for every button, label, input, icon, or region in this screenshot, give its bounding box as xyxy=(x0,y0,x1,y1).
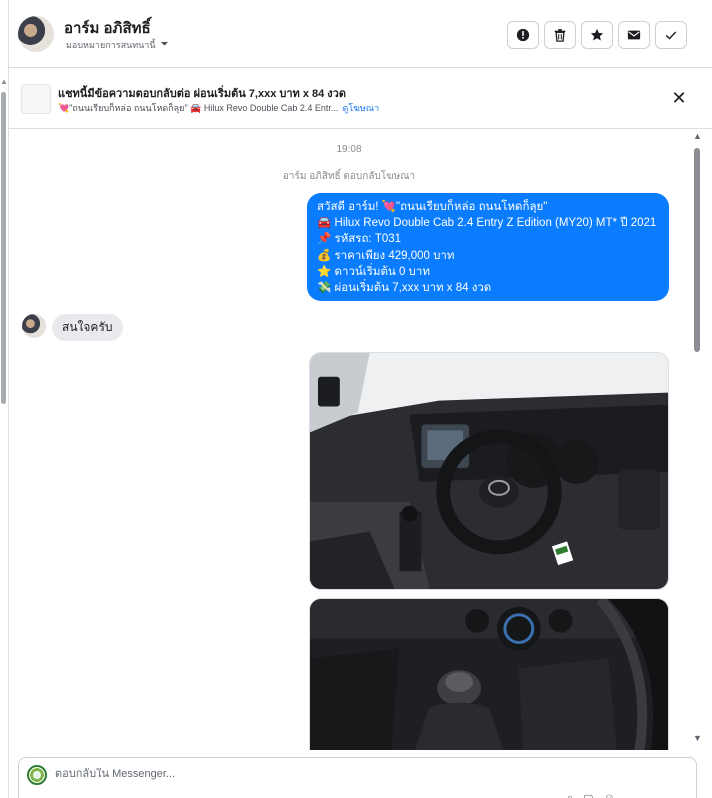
star-button[interactable] xyxy=(581,21,613,49)
outgoing-message-bubble[interactable]: สวัสดี อาร์ม! 💘"ถนนเรียบก็หล่อ ถนนโหดก็ล… xyxy=(307,193,669,301)
car-gearshift-image xyxy=(310,599,668,750)
message-timestamp: 19:08 xyxy=(336,144,362,155)
left-scroll-up-icon[interactable]: ▲ xyxy=(0,78,8,86)
scroll-up-icon[interactable]: ▲ xyxy=(693,132,702,141)
inbox-conversation-pane: ▲ อาร์ม อภิสิทธิ์ มอบหมายการสนทนานี้ ⏷ แ… xyxy=(0,0,712,798)
scrollbar-thumb[interactable] xyxy=(694,148,700,352)
composer-tools: ⌕ ▢ ☺ ⋯ xyxy=(567,792,636,798)
more-icon[interactable]: ⋯ xyxy=(625,792,636,798)
image-icon[interactable]: ▢ xyxy=(583,792,593,798)
message-line: สวัสดี อาร์ม! 💘"ถนนเรียบก็หล่อ ถนนโหดก็ล… xyxy=(317,201,548,213)
car-gearshift-photo[interactable] xyxy=(309,598,669,750)
trash-icon xyxy=(554,29,566,42)
page-avatar xyxy=(27,765,47,785)
message-thread[interactable]: 19:08 อาร์ม อภิสิทธิ์ ตอบกลับโฆษณา สวัสด… xyxy=(9,130,689,750)
message-composer: ⌕ ▢ ☺ ⋯ xyxy=(18,757,697,798)
envelope-icon xyxy=(627,30,641,40)
scroll-down-icon[interactable]: ▼ xyxy=(693,734,702,743)
contact-avatar[interactable] xyxy=(18,16,54,52)
check-icon xyxy=(665,31,677,40)
incoming-message-bubble[interactable]: สนใจครับ xyxy=(52,314,123,341)
ad-thumbnail[interactable] xyxy=(21,84,51,114)
star-icon xyxy=(590,28,604,41)
ad-banner-subtitle: 💘"ถนนเรียบก็หล่อ ถนนโหดก็ลุย" 🚘 Hilux Re… xyxy=(58,103,339,113)
mark-done-button[interactable] xyxy=(655,21,687,49)
close-icon[interactable]: ✕ xyxy=(671,89,687,107)
mark-spam-button[interactable] xyxy=(507,21,539,49)
alert-circle-icon xyxy=(516,28,530,42)
message-line: 💰 ราคาเพียง 429,000 บาท xyxy=(317,249,455,262)
message-line: 📌 รหัสรถ: T031 xyxy=(317,233,402,246)
view-ad-link[interactable]: ดูโฆษณา xyxy=(342,101,379,115)
ad-banner-subtitle-row: 💘"ถนนเรียบก็หล่อ ถนนโหดก็ลุย" 🚘 Hilux Re… xyxy=(58,101,379,115)
message-line: 🚘 Hilux Revo Double Cab 2.4 Entry Z Edit… xyxy=(317,217,657,230)
car-interior-photo[interactable] xyxy=(309,352,669,590)
message-line: 💸 ผ่อนเริ่มต้น 7,xxx บาท x 84 งวด xyxy=(317,282,492,295)
attach-icon[interactable]: ⌕ xyxy=(567,792,573,798)
caret-down-icon: ⏷ xyxy=(160,39,169,50)
delete-button[interactable] xyxy=(544,21,576,49)
ad-reply-note: อาร์ม อภิสิทธิ์ ตอบกลับโฆษณา xyxy=(282,171,416,182)
ad-reply-banner: แชทนี้มีข้อความตอบกลับต่อ ผ่อนเริ่มต้น 7… xyxy=(9,69,712,129)
conversation-header: อาร์ม อภิสิทธิ์ มอบหมายการสนทนานี้ ⏷ xyxy=(9,0,712,68)
assign-label: มอบหมายการสนทนานี้ xyxy=(66,40,156,50)
message-line: ⭐ ดาวน์เริ่มต้น 0 บาท xyxy=(317,265,430,278)
contact-name[interactable]: อาร์ม อภิสิทธิ์ xyxy=(64,16,151,40)
left-scrollbar-thumb[interactable] xyxy=(1,92,6,404)
sender-avatar[interactable] xyxy=(22,314,46,338)
emoji-icon[interactable]: ☺ xyxy=(604,792,615,798)
mark-unread-button[interactable] xyxy=(618,21,650,49)
header-actions xyxy=(507,21,687,49)
ad-banner-title: แชทนี้มีข้อความตอบกลับต่อ ผ่อนเริ่มต้น 7… xyxy=(58,88,347,100)
thread-scrollbar[interactable]: ▲ ▼ xyxy=(690,130,704,748)
car-dashboard-image xyxy=(310,353,668,589)
assign-conversation-dropdown[interactable]: มอบหมายการสนทนานี้ ⏷ xyxy=(66,38,169,52)
reply-input[interactable] xyxy=(55,768,555,780)
